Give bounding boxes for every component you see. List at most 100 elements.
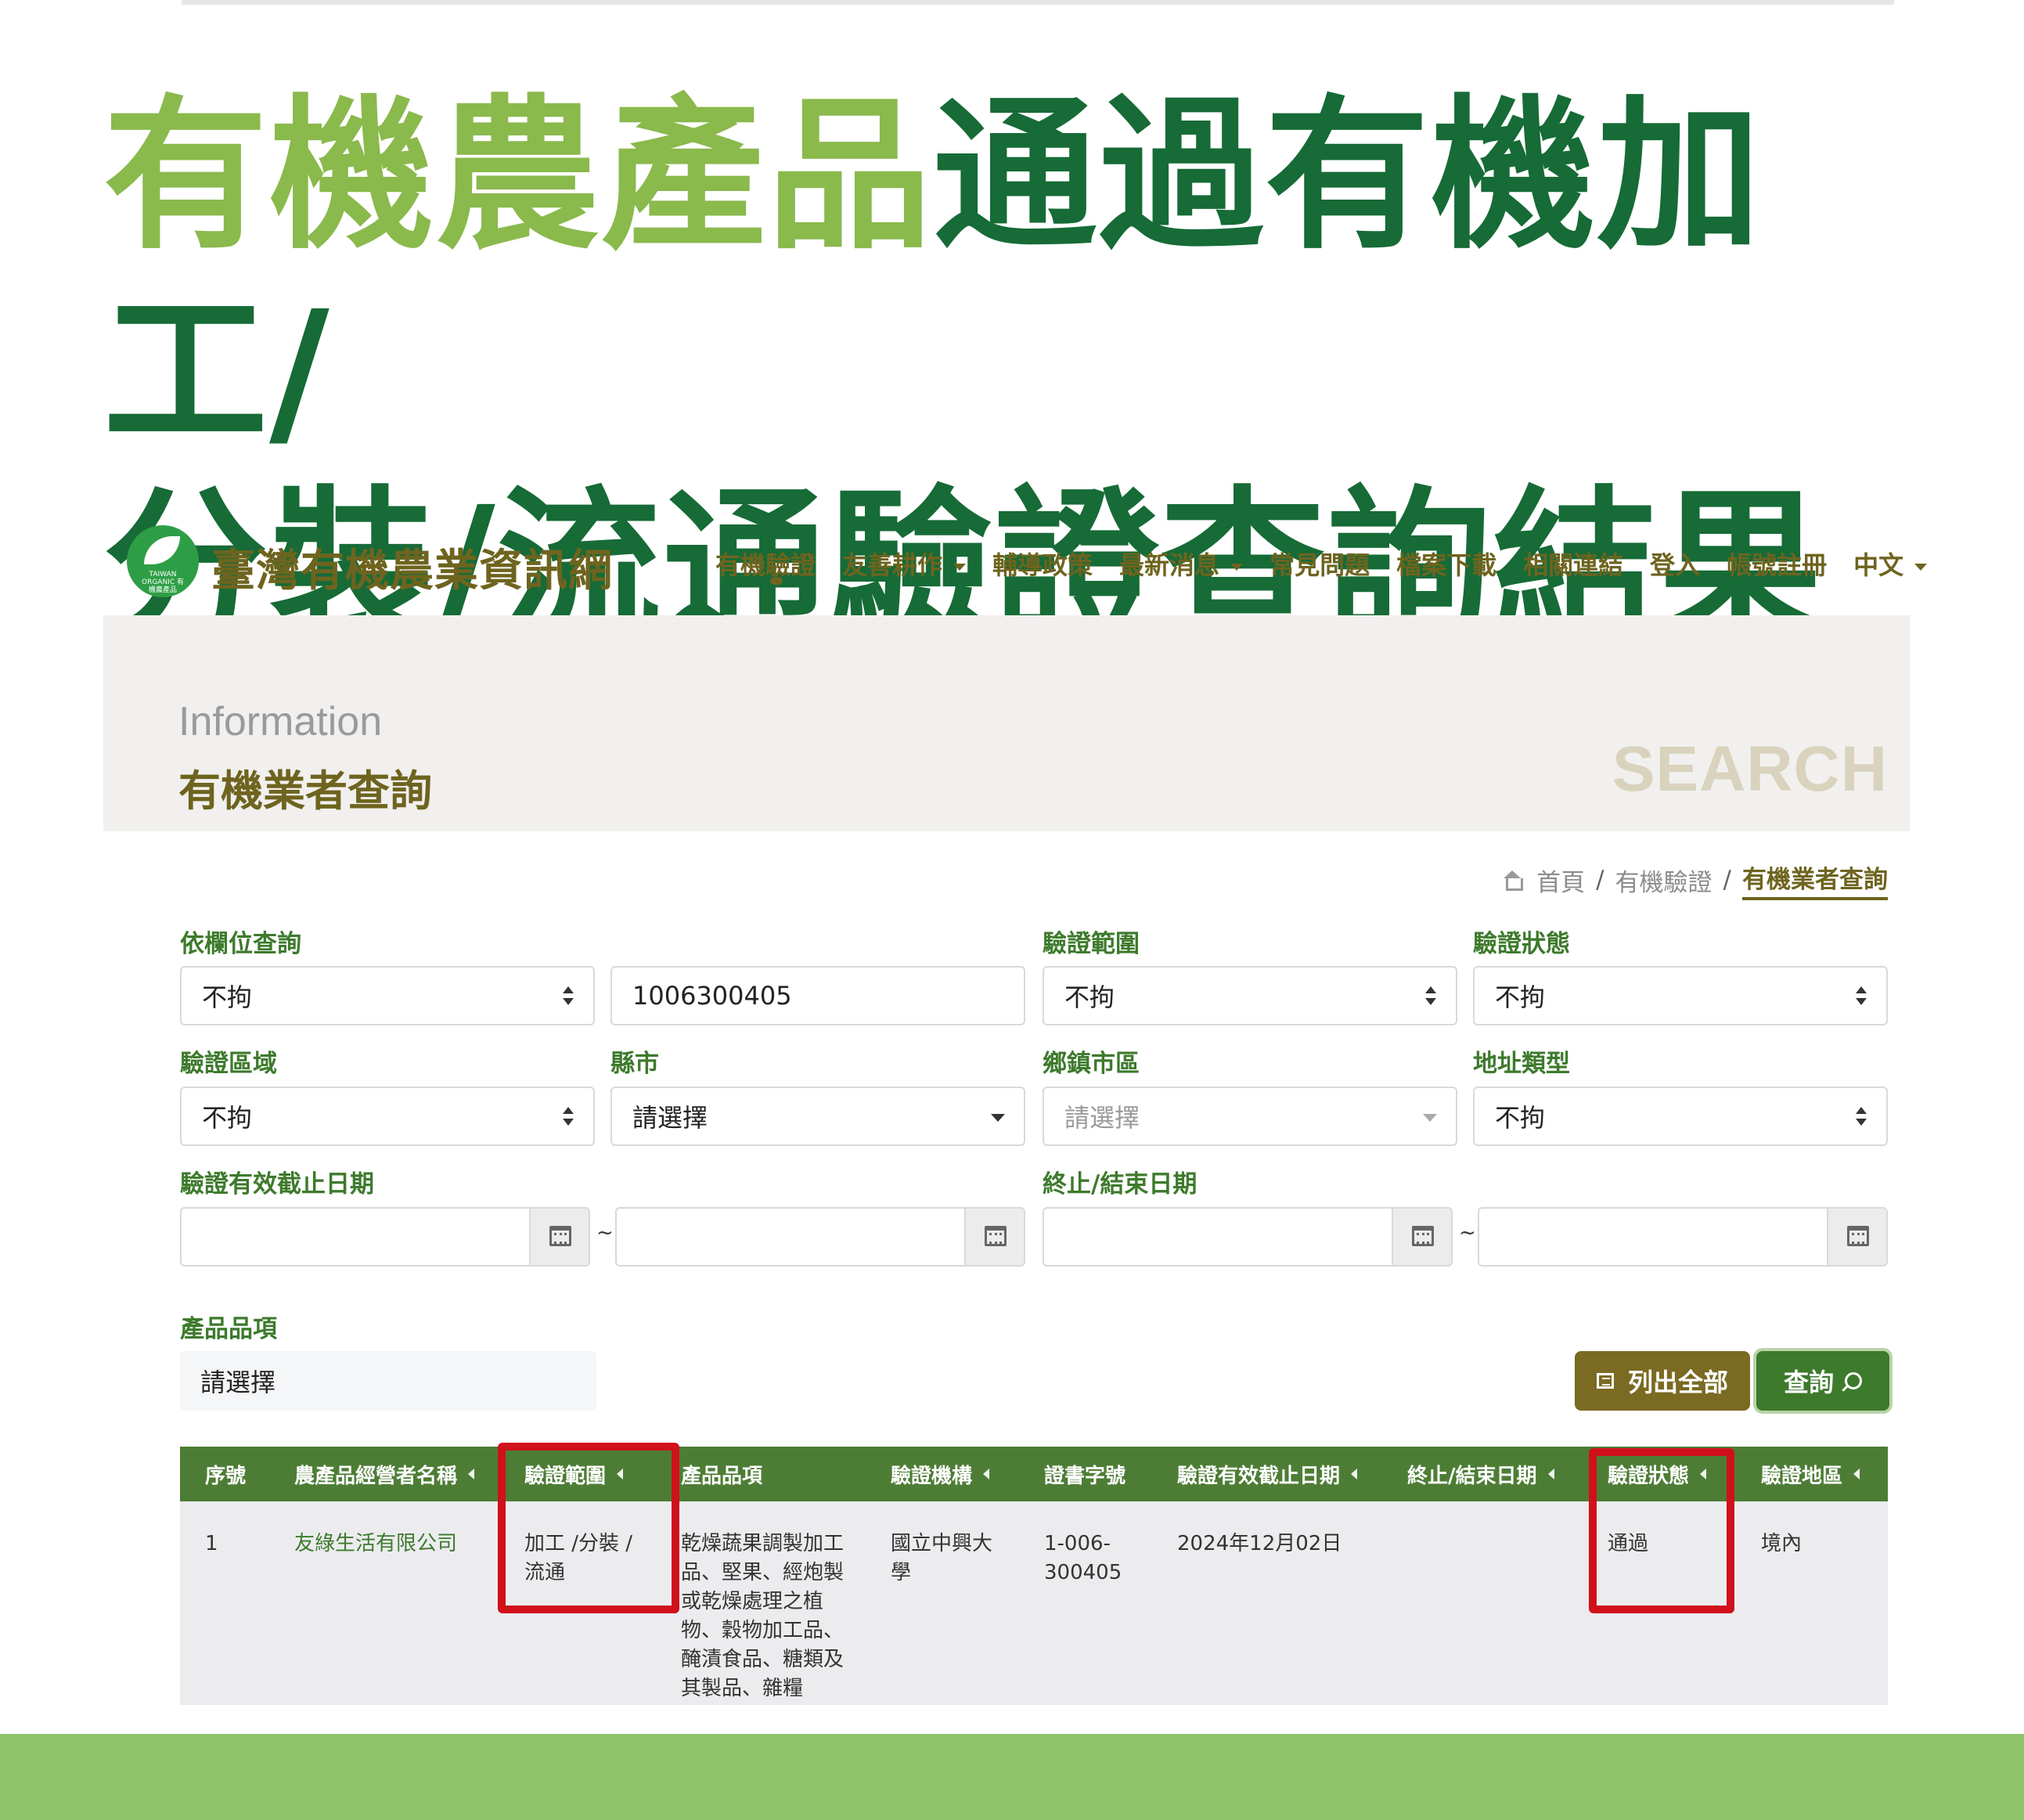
field-query-value: 不拘: [202, 982, 253, 1012]
th-no: 序號: [205, 1447, 246, 1501]
region-label: 驗證區域: [180, 1050, 277, 1078]
headline-part1: 有機農產品: [103, 80, 934, 272]
cell-items-line: 乾燥蔬果調製加工: [681, 1532, 845, 1555]
field-query-label: 依欄位查詢: [180, 930, 301, 958]
banner-watermark: SEARCH: [1612, 733, 1888, 805]
calendar-button[interactable]: [529, 1209, 589, 1265]
region-select[interactable]: 不拘: [180, 1087, 595, 1146]
th-valid-date[interactable]: 驗證有效截止日期: [1177, 1447, 1358, 1501]
home-icon: [1502, 870, 1524, 891]
th-label: 產品品項: [681, 1464, 763, 1488]
cell-agency-line: 學: [891, 1561, 912, 1584]
th-label: 序號: [205, 1464, 247, 1488]
end-date-end-input[interactable]: [1478, 1207, 1888, 1267]
query-button[interactable]: 查詢: [1756, 1351, 1889, 1411]
nav-item-register[interactable]: 帳號註冊: [1727, 546, 1827, 582]
field-query-text: 1006300405: [632, 981, 792, 1011]
chevron-down-icon: [1423, 1114, 1437, 1122]
status-select[interactable]: 不拘: [1473, 966, 1888, 1025]
calendar-icon: [1847, 1226, 1869, 1246]
nav-item-news[interactable]: 最新消息: [1119, 546, 1243, 582]
sort-icon: [1351, 1469, 1358, 1479]
th-area[interactable]: 驗證地區: [1761, 1447, 1860, 1501]
cell-no: 1: [205, 1532, 218, 1555]
calendar-button[interactable]: [1827, 1209, 1886, 1265]
th-label: 終止/結束日期: [1407, 1464, 1537, 1488]
nav-item-downloads[interactable]: 檔案下載: [1396, 546, 1496, 582]
th-agency[interactable]: 驗證機構: [891, 1447, 990, 1501]
product-value: 請選擇: [200, 1368, 276, 1397]
product-select[interactable]: 請選擇: [180, 1351, 596, 1411]
valid-date-end-input[interactable]: [615, 1207, 1025, 1267]
th-label: 農產品經營者名稱: [294, 1464, 458, 1488]
cell-items: 乾燥蔬果調製加工 品、堅果、經炮製 或乾燥處理之植 物、穀物加工品、 醃漬食品、…: [681, 1530, 844, 1703]
cell-agency: 國立中興大 學: [891, 1530, 992, 1588]
status-value: 不拘: [1495, 982, 1546, 1012]
addr-type-select[interactable]: 不拘: [1473, 1087, 1888, 1146]
status-label: 驗證狀態: [1473, 930, 1570, 958]
nav-item-organic-cert[interactable]: 有機驗證: [715, 546, 816, 585]
cell-cert: 1-006- 300405: [1044, 1530, 1122, 1588]
list-icon: [1596, 1373, 1614, 1389]
scope-select[interactable]: 不拘: [1043, 966, 1457, 1025]
banner-subtitle: Information: [178, 699, 383, 744]
nav-item-login[interactable]: 登入: [1650, 546, 1700, 582]
county-value: 請選擇: [632, 1103, 708, 1133]
calendar-button[interactable]: [964, 1209, 1024, 1265]
nav-item-friendly-farming[interactable]: 友善耕作: [842, 546, 966, 582]
breadcrumb: 首頁 / 有機驗證 / 有機業者查詢: [1502, 860, 1888, 900]
town-label: 鄉鎮市區: [1043, 1050, 1140, 1078]
list-all-label: 列出全部: [1627, 1368, 1728, 1397]
cell-items-line: 或乾燥處理之植: [681, 1590, 824, 1613]
calendar-icon: [549, 1226, 571, 1246]
chevron-down-icon: [991, 1114, 1005, 1122]
nav-item-policy[interactable]: 輔導政策: [992, 546, 1093, 582]
page-title: 有機業者查詢: [178, 766, 432, 816]
cell-operator-link[interactable]: 友綠生活有限公司: [294, 1530, 457, 1559]
nav-item-links[interactable]: 相關連結: [1523, 546, 1623, 582]
county-label: 縣市: [610, 1050, 659, 1078]
breadcrumb-home[interactable]: 首頁: [1536, 863, 1585, 898]
addr-type-value: 不拘: [1495, 1103, 1546, 1133]
nav-item-faq[interactable]: 常見問題: [1270, 546, 1370, 582]
site-name[interactable]: 臺灣有機農業資訊網: [211, 535, 613, 599]
list-all-button[interactable]: 列出全部: [1575, 1351, 1750, 1411]
th-label: 驗證地區: [1761, 1464, 1843, 1488]
th-label: 驗證有效截止日期: [1177, 1464, 1341, 1488]
updown-icon: [1855, 986, 1867, 1007]
th-end-date[interactable]: 終止/結束日期: [1407, 1447, 1554, 1501]
valid-date-label: 驗證有效截止日期: [180, 1170, 374, 1198]
calendar-button[interactable]: [1392, 1209, 1451, 1265]
product-label: 產品品項: [180, 1315, 277, 1343]
th-items: 產品品項: [681, 1447, 762, 1501]
town-value: 請選擇: [1064, 1103, 1140, 1133]
date-range-tilde: ~: [596, 1221, 614, 1245]
breadcrumb-organic-cert[interactable]: 有機驗證: [1615, 863, 1712, 898]
cell-items-line: 品、堅果、經炮製: [681, 1561, 845, 1584]
cell-agency-line: 國立中興大: [891, 1532, 993, 1555]
breadcrumb-current: 有機業者查詢: [1742, 860, 1888, 900]
addr-type-label: 地址類型: [1473, 1050, 1570, 1078]
th-cert: 證書字號: [1044, 1447, 1125, 1501]
region-value: 不拘: [202, 1103, 253, 1133]
town-select[interactable]: 請選擇: [1043, 1087, 1457, 1146]
valid-date-start-input[interactable]: [180, 1207, 590, 1267]
highlight-box-status: [1589, 1448, 1734, 1613]
field-query-input[interactable]: 1006300405: [610, 966, 1025, 1025]
county-select[interactable]: 請選擇: [610, 1087, 1025, 1146]
updown-icon: [562, 1107, 574, 1127]
cell-valid-date: 2024年12月02日: [1177, 1532, 1342, 1555]
end-date-start-input[interactable]: [1043, 1207, 1453, 1267]
cell-items-line: 其製品、雜糧: [681, 1677, 804, 1700]
th-operator[interactable]: 農產品經營者名稱: [294, 1447, 475, 1501]
site-logo-icon[interactable]: TAIWAN ORGANIC 有機農產品: [127, 525, 199, 597]
cell-cert-line: 1-006-: [1044, 1532, 1111, 1555]
th-label: 驗證機構: [891, 1464, 973, 1488]
nav-item-language[interactable]: 中文: [1853, 546, 1927, 582]
breadcrumb-separator: /: [1723, 866, 1731, 894]
query-label: 查詢: [1783, 1368, 1834, 1397]
field-query-select[interactable]: 不拘: [180, 966, 595, 1025]
calendar-icon: [985, 1226, 1007, 1246]
logo-text: TAIWAN ORGANIC 有機農產品: [141, 571, 184, 594]
updown-icon: [1424, 986, 1437, 1007]
